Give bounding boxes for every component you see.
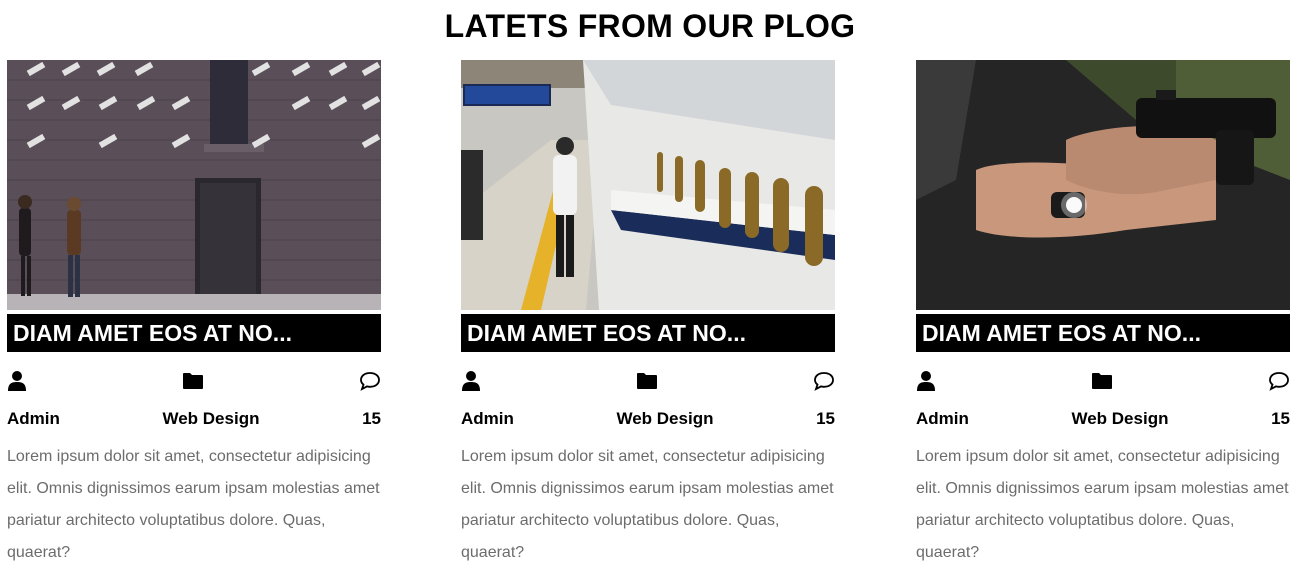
post-meta-labels: Admin Web Design 15 [461, 409, 835, 429]
author-link[interactable]: Admin [916, 409, 969, 429]
author-link[interactable]: Admin [461, 409, 514, 429]
post-title[interactable]: DIAM AMET EOS AT NO... [916, 314, 1290, 352]
section-title: LATETS FROM OUR PLOG [444, 8, 856, 44]
blog-post-card: DIAM AMET EOS AT NO... Admin Web Design … [916, 60, 1290, 569]
user-icon [462, 371, 480, 391]
post-image[interactable] [461, 60, 835, 310]
comment-icon [1269, 372, 1289, 391]
user-icon [8, 371, 26, 391]
post-excerpt: Lorem ipsum dolor sit amet, consectetur … [461, 448, 834, 561]
post-image[interactable] [7, 60, 381, 310]
comments-count[interactable]: 15 [1271, 409, 1290, 429]
category-link[interactable]: Web Design [162, 409, 259, 429]
post-excerpt: Lorem ipsum dolor sit amet, consectetur … [7, 448, 380, 561]
post-meta-labels: Admin Web Design 15 [7, 409, 381, 429]
comments-count[interactable]: 15 [816, 409, 835, 429]
post-image[interactable] [916, 60, 1290, 310]
post-meta-labels: Admin Web Design 15 [916, 409, 1290, 429]
post-meta-icons [916, 369, 1290, 393]
folder-icon [183, 373, 203, 389]
user-icon [917, 371, 935, 391]
comments-count[interactable]: 15 [362, 409, 381, 429]
comment-icon [360, 372, 380, 391]
folder-icon [637, 373, 657, 389]
comment-icon [814, 372, 834, 391]
folder-icon [1092, 373, 1112, 389]
post-meta-icons [461, 369, 835, 393]
blog-post-card: DIAM AMET EOS AT NO... Admin Web Design … [7, 60, 381, 569]
author-link[interactable]: Admin [7, 409, 60, 429]
post-title[interactable]: DIAM AMET EOS AT NO... [461, 314, 835, 352]
post-excerpt: Lorem ipsum dolor sit amet, consectetur … [916, 448, 1289, 561]
category-link[interactable]: Web Design [616, 409, 713, 429]
blog-post-card: DIAM AMET EOS AT NO... Admin Web Design … [461, 60, 835, 569]
post-title[interactable]: DIAM AMET EOS AT NO... [7, 314, 381, 352]
post-meta-icons [7, 369, 381, 393]
category-link[interactable]: Web Design [1071, 409, 1168, 429]
